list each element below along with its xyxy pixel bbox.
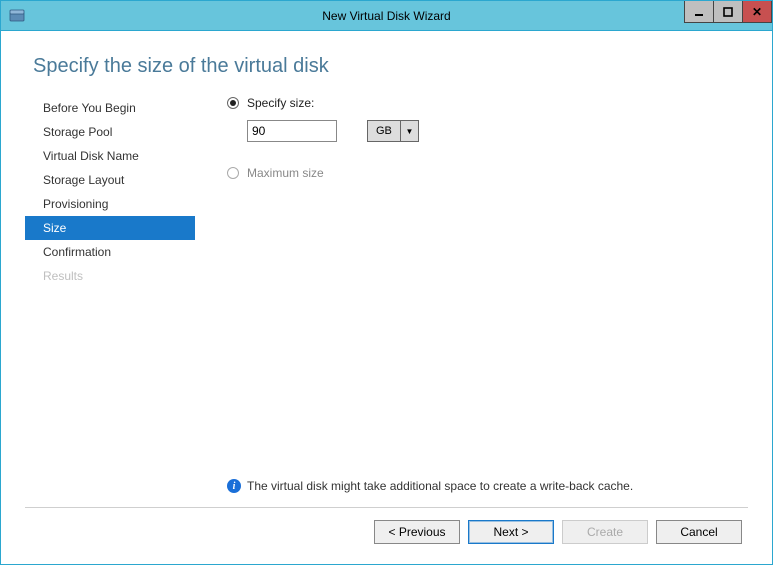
content-pane: Specify size: GB ▼ Maximum size i The vi… (195, 96, 748, 501)
minimize-icon (694, 7, 704, 17)
chevron-down-icon: ▼ (401, 120, 419, 142)
sidebar-item-provisioning[interactable]: Provisioning (25, 192, 195, 216)
maximize-icon (723, 7, 733, 17)
unit-dropdown[interactable]: GB ▼ (367, 120, 419, 142)
option-specify-size[interactable]: Specify size: (227, 96, 748, 110)
create-button: Create (562, 520, 648, 544)
sidebar-item-before-you-begin[interactable]: Before You Begin (25, 96, 195, 120)
option-specify-label: Specify size: (247, 96, 314, 110)
minimize-button[interactable] (684, 1, 714, 23)
footer-buttons: < Previous Next > Create Cancel (25, 520, 748, 550)
wizard-window: New Virtual Disk Wizard ✕ Specify the si… (0, 0, 773, 565)
sidebar-item-virtual-disk-name[interactable]: Virtual Disk Name (25, 144, 195, 168)
info-text: The virtual disk might take additional s… (247, 479, 633, 493)
sidebar-item-confirmation[interactable]: Confirmation (25, 240, 195, 264)
sidebar-item-size[interactable]: Size (25, 216, 195, 240)
option-maximum-label: Maximum size (247, 166, 324, 180)
client-area: Specify the size of the virtual disk Bef… (1, 31, 772, 564)
size-input-row: GB ▼ (247, 120, 748, 142)
titlebar[interactable]: New Virtual Disk Wizard ✕ (1, 1, 772, 31)
option-maximum-size[interactable]: Maximum size (227, 166, 748, 180)
close-icon: ✕ (752, 5, 762, 19)
wizard-body: Before You Begin Storage Pool Virtual Di… (25, 96, 748, 501)
sidebar-item-storage-layout[interactable]: Storage Layout (25, 168, 195, 192)
close-button[interactable]: ✕ (742, 1, 772, 23)
radio-icon (227, 167, 239, 179)
info-message: i The virtual disk might take additional… (227, 479, 748, 493)
cancel-button[interactable]: Cancel (656, 520, 742, 544)
window-controls: ✕ (685, 1, 772, 23)
unit-label: GB (367, 120, 401, 142)
previous-button[interactable]: < Previous (374, 520, 460, 544)
sidebar-item-results: Results (25, 264, 195, 288)
next-button[interactable]: Next > (468, 520, 554, 544)
maximize-button[interactable] (713, 1, 743, 23)
app-icon (9, 8, 25, 24)
footer-separator (25, 507, 748, 508)
sidebar-item-storage-pool[interactable]: Storage Pool (25, 120, 195, 144)
page-title: Specify the size of the virtual disk (33, 55, 748, 78)
radio-icon (227, 97, 239, 109)
window-title: New Virtual Disk Wizard (1, 9, 772, 23)
info-icon: i (227, 479, 241, 493)
step-sidebar: Before You Begin Storage Pool Virtual Di… (25, 96, 195, 501)
size-input[interactable] (247, 120, 337, 142)
